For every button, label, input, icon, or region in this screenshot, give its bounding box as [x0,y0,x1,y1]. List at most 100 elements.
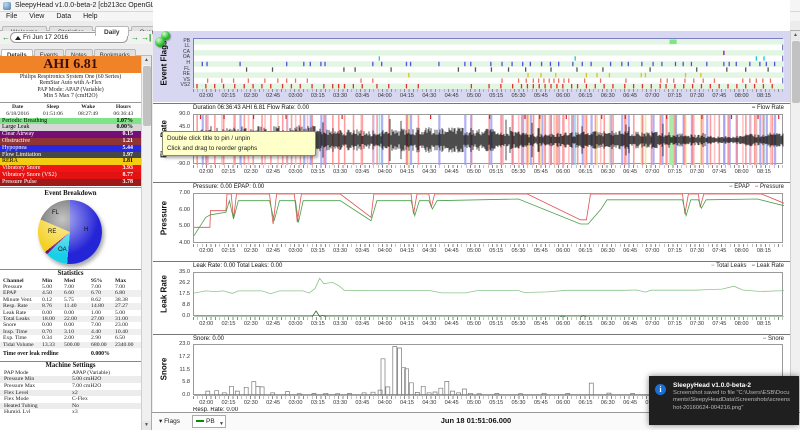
event-breakdown-pie: HOAREFL [0,197,141,267]
event-row-clear-airway: Clear Airway0.15 [0,131,141,138]
x-tick-label: 04:00 [378,248,392,254]
x-tick-label: 06:30 [601,169,615,175]
tab-daily[interactable]: Daily [95,26,129,36]
stats-cell: 680.00 [91,342,107,348]
latest-day-button[interactable]: →| [141,32,151,43]
prev-day-button[interactable]: ← [2,32,10,43]
session-cell: 6/18/2016 [0,111,35,118]
x-tick-label: 06:15 [578,93,592,99]
x-tick-label: 04:30 [422,169,436,175]
x-tick-label: 03:30 [333,321,347,327]
y-tick-label: 0.0 [160,313,190,319]
x-tick-label: 07:45 [712,169,726,175]
x-tick-label: 02:00 [199,93,213,99]
event-value: 1.81 [123,158,134,165]
x-tick-label: 04:00 [378,400,392,406]
x-tick-label: 07:30 [690,321,704,327]
x-tick-label: 03:30 [333,169,347,175]
panel-legend: − EPAP− Pressure [724,184,784,190]
menu-file[interactable]: File [0,12,23,21]
x-tick-label: 03:30 [333,400,347,406]
next-day-button[interactable]: → [131,32,139,43]
event-row-pressure-pulse: Pressure Pulse 3.78 [0,179,141,186]
leak-rate-panel[interactable]: Leak Rate: 0.00 Total Leaks: 0.00 − Total… [153,261,790,333]
event-flags-panel[interactable]: Event FlagsPBLLCAOAHFLREVSVS202:0002:150… [153,31,790,102]
main-scroll-thumb[interactable] [792,41,800,103]
pin-ball [155,37,165,47]
x-tick-label: 02:15 [222,169,236,175]
x-tick-label: 04:45 [445,169,459,175]
x-tick-label: 07:45 [712,321,726,327]
x-tick-label: 07:45 [712,93,726,99]
leak-rate-header: Leak Rate: 0.00 Total Leaks: 0.00 [193,263,282,269]
setting-row-pressure-min: Pressure Min5.00 cmH2O [0,376,141,383]
x-tick-label: 07:45 [712,248,726,254]
event-value: 3.78 [123,179,134,186]
setting-value: 7.00 cmH2O [72,383,101,390]
x-tick-label: 06:00 [556,248,570,254]
date-navigation: ← Fri Jun 17 2016 → →| [0,31,152,44]
setting-label: Flex Level [4,390,28,397]
x-tick-label: 03:15 [311,400,325,406]
y-tick-label: 0.0 [160,392,190,398]
sidebar-scrollbar[interactable]: ▲ ▼ [141,56,151,430]
pressure-plot[interactable] [193,193,783,243]
toast-notification[interactable]: i SleepyHead v1.0.0-beta-2 Screenshot sa… [649,376,799,425]
x-tick-label: 04:00 [378,321,392,327]
x-tick-label: 04:15 [400,248,414,254]
main-scrollbar[interactable]: ▲ [790,31,800,412]
time-axis-ticks [193,165,783,168]
toast-message: Screenshot saved to file "C:\Users\ESB\D… [673,390,793,412]
event-flags-plot[interactable] [193,38,783,88]
x-tick-label: 02:45 [266,248,280,254]
session-cell: 08:27:49 [71,111,106,118]
x-tick-label: 03:00 [288,321,302,327]
setting-label: Pressure Min [4,376,34,383]
x-tick-label: 05:30 [512,248,526,254]
time-axis-ticks [193,317,783,320]
x-tick-label: 08:15 [757,248,771,254]
scroll-up-icon[interactable]: ▲ [791,31,800,40]
x-tick-label: 08:00 [735,169,749,175]
pie-label-re: RE [48,229,56,235]
x-tick-label: 03:15 [311,321,325,327]
setting-row-pressure-max: Pressure Max7.00 cmH2O [0,383,141,390]
x-tick-label: 03:30 [333,93,347,99]
menu-help[interactable]: Help [77,12,103,21]
reorder-tooltip: Double click title to pin / unpinClick a… [162,131,316,156]
x-tick-label: 08:15 [757,93,771,99]
y-tick-label: 5.8 [160,379,190,385]
x-tick-label: 04:15 [400,400,414,406]
leak-rate-plot[interactable] [193,272,783,316]
scroll-up-icon[interactable]: ▲ [142,56,151,65]
menu-data[interactable]: Data [50,12,77,21]
x-tick-label: 06:15 [578,248,592,254]
sidebar-scroll-thumb[interactable] [143,66,151,126]
x-tick-label: 07:00 [645,169,659,175]
x-tick-label: 08:15 [757,169,771,175]
pressure-panel[interactable]: Pressure: 0.00 EPAP: 0.00− EPAP− Pressur… [153,182,790,260]
x-tick-label: 07:15 [668,169,682,175]
stats-cell: Tidal Volume [3,342,34,348]
legend-total-leaks: − Total Leaks [711,263,746,269]
event-row-flow-limitation: Flow Limitation1.97 [0,152,141,159]
x-tick-label: 05:45 [534,400,548,406]
tooltip-line1: Double click title to pin / unpin [167,134,311,144]
x-tick-label: 03:45 [355,169,369,175]
x-tick-label: 05:00 [467,169,481,175]
menu-view[interactable]: View [23,12,50,21]
x-tick-label: 05:15 [489,400,503,406]
scroll-down-icon[interactable]: ▼ [142,421,151,430]
machine-settings-table: PAP ModeAPAP (Variable)Pressure Min5.00 … [0,370,141,416]
x-tick-label: 06:30 [601,321,615,327]
x-tick-label: 04:45 [445,400,459,406]
x-tick-label: 05:00 [467,321,481,327]
event-label: Pressure Pulse [2,179,37,186]
x-tick-label: 05:45 [534,248,548,254]
toast-title: SleepyHead v1.0.0-beta-2 [673,382,751,389]
pin-icon[interactable] [154,31,172,47]
setting-value: x2 [72,390,78,397]
y-tick-label: 4.00 [160,240,190,246]
leak-redline-label: Time over leak redline [3,350,59,359]
x-tick-label: 05:45 [534,93,548,99]
